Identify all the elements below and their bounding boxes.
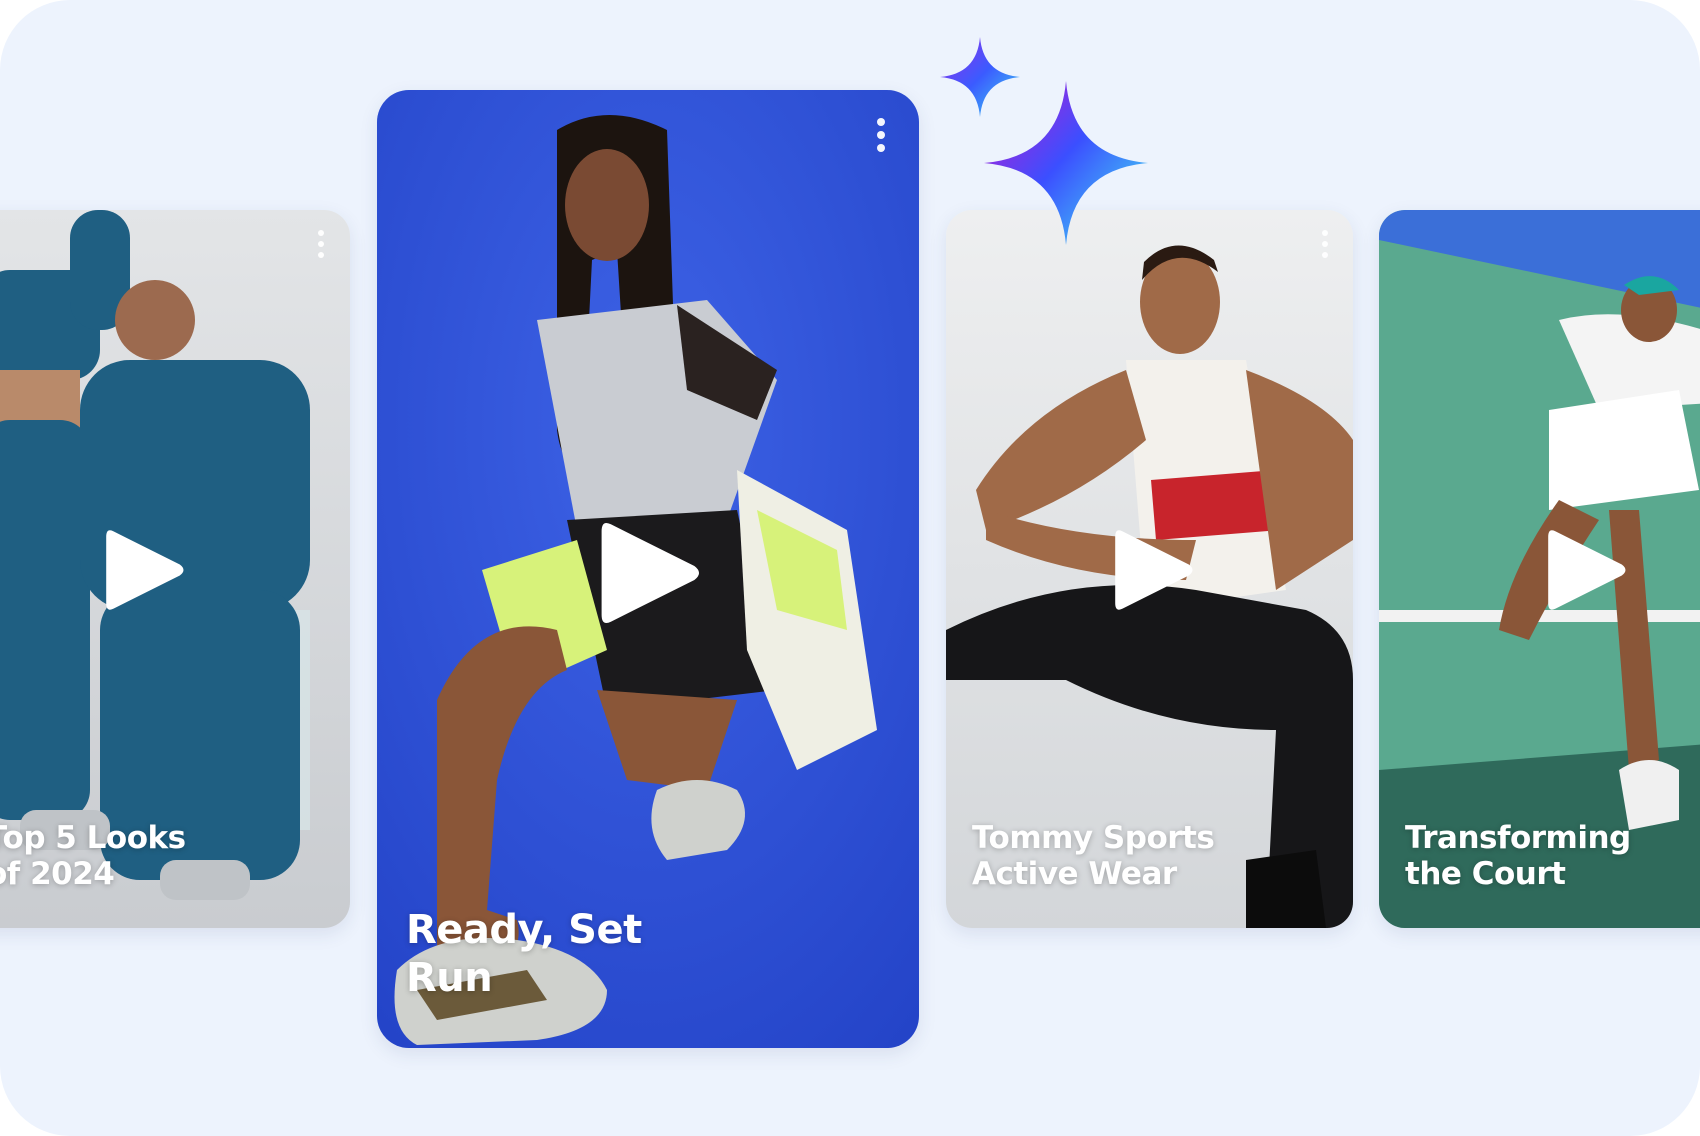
video-card-2[interactable]: Ready, Set Run: [377, 90, 919, 1048]
play-icon[interactable]: [590, 510, 706, 636]
more-vertical-icon[interactable]: [315, 230, 327, 258]
video-carousel-panel: Top 5 Looks of 2024: [0, 0, 1700, 1136]
card-3-title: Tommy Sports Active Wear: [972, 820, 1215, 892]
video-card-1[interactable]: Top 5 Looks of 2024: [0, 210, 350, 928]
more-vertical-icon[interactable]: [1319, 230, 1331, 258]
video-card-4[interactable]: Transforming the Court: [1379, 210, 1700, 928]
card-2-title: Ready, Set Run: [406, 907, 642, 1001]
sparkle-icon: [984, 81, 1148, 245]
play-icon[interactable]: [97, 520, 189, 620]
play-icon[interactable]: [1539, 520, 1631, 620]
video-card-3[interactable]: Tommy Sports Active Wear: [946, 210, 1353, 928]
card-4-title: Transforming the Court: [1405, 820, 1631, 892]
play-icon[interactable]: [1106, 520, 1198, 620]
card-1-title: Top 5 Looks of 2024: [0, 820, 186, 892]
more-vertical-icon[interactable]: [875, 118, 887, 152]
